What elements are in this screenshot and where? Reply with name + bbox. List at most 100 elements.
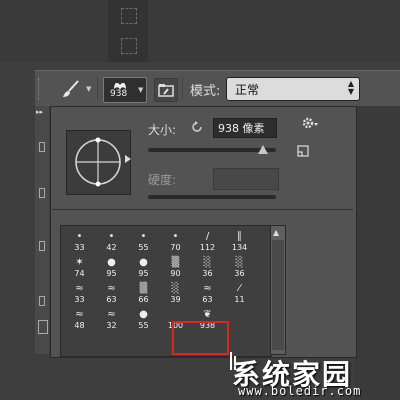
brush-preset-thumbnail: ░ (171, 283, 180, 294)
brush-preset-item[interactable]: ≈32 (96, 307, 127, 333)
brush-preset-size: 95 (106, 269, 117, 278)
brush-preset-thumbnail: • (172, 231, 179, 242)
brush-preset-thumbnail: / (205, 231, 210, 242)
brush-preset-list: • 33 • 42 • 55 • 70/112 ∥ 134 ✶ 74 ● 95 ● 95 ▒ 90 ░ 36 ░ 36 ≈3… (60, 225, 272, 357)
size-input[interactable]: 938 像素 (213, 118, 277, 138)
brush-preset-thumbnail: ≈ (107, 309, 116, 320)
hardness-label: 硬度: (148, 173, 177, 187)
brush-preset-thumbnail: ≈ (203, 283, 212, 294)
brush-preset-item[interactable]: • 42 (96, 229, 127, 255)
brush-preset-size: 95 (138, 269, 149, 278)
brush-tip-preview[interactable] (66, 130, 131, 195)
brush-preset-item[interactable]: /112 (192, 229, 223, 255)
brush-preset-item[interactable]: • 33 (64, 229, 95, 255)
panel-divider (52, 209, 353, 210)
brush-preset-thumbnail: ≈ (107, 283, 116, 294)
left-panel-strip: ▸▸ (35, 106, 49, 354)
brush-preset-thumbnail: ● (139, 309, 148, 320)
brush-preset-item[interactable]: ░ 39 (160, 281, 191, 307)
brush-preset-item[interactable]: ≈63 (96, 281, 127, 307)
brush-panel-toggle-button[interactable] (154, 78, 178, 102)
brush-preset-size: 36 (202, 269, 213, 278)
artboard-tool-icon[interactable] (121, 8, 137, 24)
strip-tool-icon[interactable] (39, 296, 45, 306)
strip-tool-icon[interactable] (39, 188, 45, 198)
scroll-up-icon[interactable]: ▲ (273, 228, 279, 237)
brush-preset-thumbnail: ● (139, 257, 148, 268)
brush-preset-size: 48 (74, 321, 85, 330)
brush-preset-item[interactable]: ⁄ 11 (224, 281, 255, 307)
separator (182, 77, 183, 99)
brush-preset-thumbnail: ⁄ (238, 283, 241, 294)
brush-preset-item[interactable]: ≈48 (64, 307, 95, 333)
expand-icon[interactable]: ▸▸ (36, 108, 43, 116)
top-toolbar-area (0, 0, 400, 62)
brush-preset-item[interactable]: ● 95 (96, 255, 127, 281)
size-label: 大小: (148, 123, 177, 137)
size-slider-thumb[interactable] (258, 145, 269, 154)
preset-scrollbar-thumb[interactable] (272, 240, 284, 350)
tool-preset-dropdown-icon[interactable]: ▼ (86, 85, 91, 93)
brush-preset-thumbnail: ▒ (139, 283, 148, 294)
folder-brush-icon (158, 84, 174, 97)
watermark-url: www.boledir.com (238, 384, 362, 398)
brush-preset-size: 36 (234, 269, 245, 278)
brush-preset-thumbnail: ∥ (237, 231, 242, 242)
options-bar-grip[interactable] (38, 78, 43, 100)
reset-size-icon[interactable] (190, 120, 204, 134)
brush-preset-thumbnail: ● (107, 257, 116, 268)
brush-tool-icon[interactable] (60, 78, 82, 100)
brush-preset-thumbnail: ≈ (75, 309, 84, 320)
brush-preset-picker[interactable]: 938 ▼ (103, 77, 147, 103)
chevron-down-icon: ▼ (138, 86, 144, 94)
brush-preset-item[interactable]: ░ 36 (192, 255, 223, 281)
brush-preset-size: 134 (231, 243, 248, 252)
brush-preset-size: 39 (170, 295, 181, 304)
brush-preset-item[interactable]: ● 95 (128, 255, 159, 281)
brush-preset-item[interactable]: ▒ 90 (160, 255, 191, 281)
brush-preset-size: 32 (106, 321, 117, 330)
strip-tool-icon[interactable] (38, 320, 48, 334)
strip-tool-icon[interactable] (39, 142, 45, 152)
brush-preset-thumbnail: ≈ (75, 283, 84, 294)
blend-mode-value: 正常 (235, 83, 260, 97)
brush-preset-item[interactable]: ● 55 (128, 307, 159, 333)
blend-mode-select[interactable]: 正常 ▲ ▼ (226, 77, 360, 101)
size-slider-track[interactable] (148, 148, 276, 152)
updown-arrow-icon: ▲ ▼ (347, 79, 354, 96)
brush-preset-size: 55 (138, 321, 149, 330)
brush-angle-roundness-icon[interactable] (67, 131, 130, 194)
brush-preset-size: 63 (106, 295, 117, 304)
brush-preset-size: 63 (202, 295, 213, 304)
brush-preset-item[interactable]: ∥ 134 (224, 229, 255, 255)
brush-preset-thumbnail: ░ (235, 257, 244, 268)
brush-preset-size: 11 (234, 295, 245, 304)
gear-icon[interactable] (302, 117, 320, 131)
brush-preset-item[interactable]: • 70 (160, 229, 191, 255)
brush-preset-size: 66 (138, 295, 149, 304)
brush-preset-size: 33 (74, 243, 85, 252)
marquee-tool-icon[interactable] (121, 38, 137, 54)
brush-preset-item[interactable]: ░ 36 (224, 255, 255, 281)
brush-preset-item[interactable]: ✶ 74 (64, 255, 95, 281)
hardness-input[interactable] (213, 168, 279, 190)
brush-preset-size: 112 (199, 243, 216, 252)
brush-preset-thumbnail: • (140, 231, 147, 242)
brush-preset-item[interactable]: ≈33 (64, 281, 95, 307)
brush-preset-item[interactable]: ▒ 66 (128, 281, 159, 307)
brush-preset-item[interactable]: • 55 (128, 229, 159, 255)
strip-tool-icon[interactable] (39, 241, 45, 251)
brush-preset-thumbnail: • (76, 231, 83, 242)
brush-preset-size: 55 (138, 243, 149, 252)
brush-preset-size: 70 (170, 243, 181, 252)
brush-preset-size: 74 (74, 269, 85, 278)
brush-preset-thumbnail (160, 308, 191, 322)
hardness-slider-track[interactable] (148, 195, 276, 199)
new-preset-icon[interactable] (297, 145, 309, 157)
selected-preset-highlight (172, 321, 229, 355)
brush-preset-item[interactable]: ≈63 (192, 281, 223, 307)
brush-preset-thumbnail: ░ (203, 257, 212, 268)
brush-size-value: 938 (110, 89, 128, 99)
separator (97, 77, 98, 99)
preview-arrow-icon (125, 155, 131, 163)
